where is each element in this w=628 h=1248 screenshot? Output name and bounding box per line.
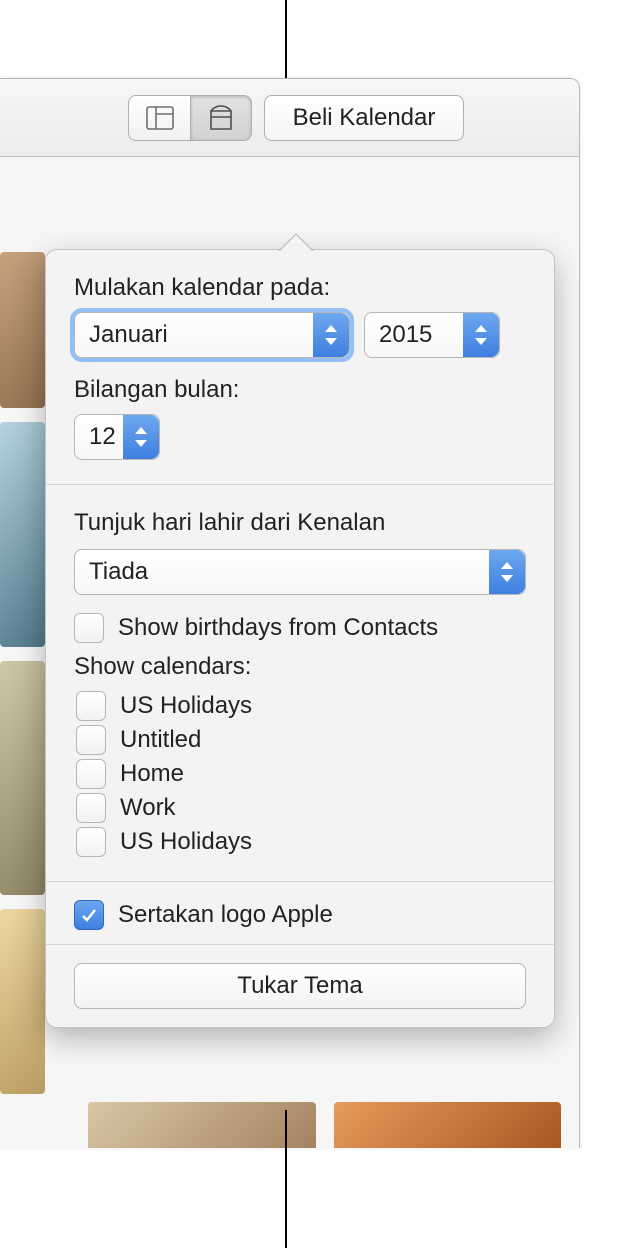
show-calendars-label: Show calendars:: [74, 653, 526, 681]
photo-strip-left: [0, 252, 45, 1094]
calendar-row: US Holidays: [76, 827, 526, 857]
calendar-checkbox[interactable]: [76, 691, 106, 721]
start-month-select[interactable]: Januari: [74, 312, 350, 358]
calendar-label: US Holidays: [120, 828, 252, 856]
birthdays-section: Tunjuk hari lahir dari Kenalan Tiada Sho…: [46, 485, 554, 881]
calendar-page-icon: [207, 105, 235, 131]
thumbnail: [0, 252, 45, 408]
start-date-section: Mulakan kalendar pada: Januari 2015 Bila…: [46, 250, 554, 484]
stepper-arrows-icon: [463, 313, 499, 357]
toolbar: Beli Kalendar: [0, 79, 579, 157]
show-birthdays-label: Show birthdays from Contacts: [118, 614, 438, 642]
thumbnail: [334, 1102, 562, 1148]
stepper-arrows-icon: [489, 550, 525, 594]
calendar-settings-popover: Mulakan kalendar pada: Januari 2015 Bila…: [45, 249, 555, 1028]
stepper-arrows-icon: [313, 313, 349, 357]
thumbnail: [0, 909, 45, 1094]
calendar-label: Work: [120, 794, 176, 822]
calendar-label: Untitled: [120, 726, 201, 754]
calendar-row: Untitled: [76, 725, 526, 755]
thumbnail: [88, 1102, 316, 1148]
window-frame: Beli Kalendar Mulakan kalendar pada: Jan…: [0, 78, 580, 1148]
calendar-checkbox[interactable]: [76, 759, 106, 789]
calendar-checkbox[interactable]: [76, 827, 106, 857]
photo-strip-bottom: [88, 1102, 561, 1148]
birthdays-select-value: Tiada: [89, 558, 148, 586]
calendar-settings-button[interactable]: [190, 95, 252, 141]
thumbnail: [0, 661, 45, 895]
callout-line-top: [285, 0, 287, 78]
start-year-value: 2015: [379, 321, 432, 349]
show-birthdays-checkbox[interactable]: [74, 613, 104, 643]
calendar-row: Home: [76, 759, 526, 789]
thumbnail: [0, 422, 45, 646]
callout-line-bottom: [285, 1110, 287, 1248]
birthdays-select[interactable]: Tiada: [74, 549, 526, 595]
calendar-row: US Holidays: [76, 691, 526, 721]
calendar-row: Work: [76, 793, 526, 823]
change-theme-section: Tukar Tema: [46, 945, 554, 1027]
layout-view-button[interactable]: [128, 95, 190, 141]
calendar-list: US Holidays Untitled Home Work US Holida…: [74, 691, 526, 857]
include-logo-section: Sertakan logo Apple: [46, 882, 554, 944]
show-birthdays-row: Show birthdays from Contacts: [74, 613, 526, 643]
stepper-arrows-icon: [123, 415, 159, 459]
view-segment: [128, 95, 252, 141]
include-apple-logo-checkbox[interactable]: [74, 900, 104, 930]
num-months-value: 12: [89, 423, 116, 451]
include-apple-logo-label: Sertakan logo Apple: [118, 901, 333, 929]
calendar-label: US Holidays: [120, 692, 252, 720]
layout-icon: [146, 106, 174, 130]
num-months-label: Bilangan bulan:: [74, 376, 526, 404]
start-year-select[interactable]: 2015: [364, 312, 500, 358]
start-calendar-label: Mulakan kalendar pada:: [74, 274, 526, 302]
calendar-checkbox[interactable]: [76, 793, 106, 823]
change-theme-button[interactable]: Tukar Tema: [74, 963, 526, 1009]
start-month-value: Januari: [89, 321, 168, 349]
calendar-checkbox[interactable]: [76, 725, 106, 755]
num-months-select[interactable]: 12: [74, 414, 160, 460]
buy-calendar-button[interactable]: Beli Kalendar: [264, 95, 464, 141]
calendar-label: Home: [120, 760, 184, 788]
birthdays-heading: Tunjuk hari lahir dari Kenalan: [74, 509, 526, 537]
